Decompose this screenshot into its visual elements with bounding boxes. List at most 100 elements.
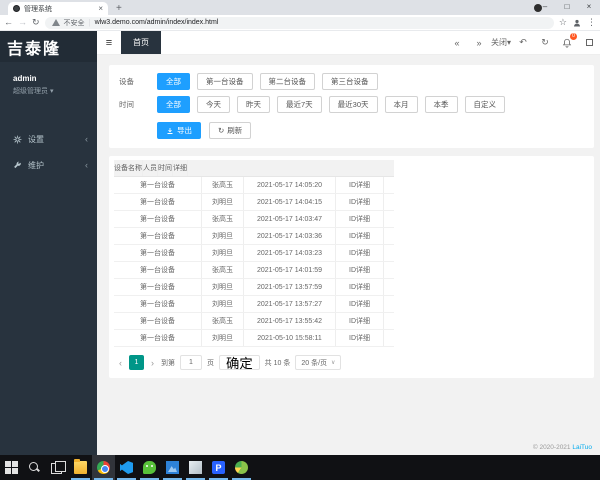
minimize-button[interactable]: – [534,0,556,14]
reload-icon[interactable]: ↻ [32,18,40,27]
cell-detail-link[interactable]: ID详细 [336,296,384,312]
table-row[interactable]: 第一台设备 张高玉 2021-05-17 14:05:20 ID详细 [114,177,394,194]
table-row[interactable]: 第一台设备 刘明旦 2021-05-17 13:57:59 ID详细 [114,279,394,296]
undo-icon[interactable]: ↶ [512,31,534,55]
time-filter-button[interactable]: 本月 [384,96,418,113]
cell-detail-link[interactable]: ID详细 [336,177,384,193]
close-tabs-dropdown[interactable]: 关闭 ▾ [490,31,512,55]
sidebar-item-label: 设置 [28,134,44,144]
pycharm-icon[interactable] [207,455,230,480]
cell-detail-link[interactable]: ID详细 [336,245,384,261]
photos-icon[interactable] [161,455,184,480]
table-row[interactable]: 第一台设备 张高玉 2021-05-17 14:01:59 ID详细 [114,262,394,279]
header-actions: « » 关闭 ▾ ↶ ↻ 0 [446,31,600,54]
next-page-icon[interactable]: › [149,358,156,368]
confirm-page-button[interactable]: 确定 [219,355,260,371]
tab-home[interactable]: 首页 [121,31,161,54]
url-separator: | [88,18,91,27]
chrome-icon[interactable] [92,455,115,480]
search-icon[interactable] [23,455,46,480]
cell-detail-link[interactable]: ID详细 [336,330,384,346]
tab-close-icon[interactable]: × [98,4,103,13]
green-app-icon[interactable] [230,455,253,480]
time-filter-button[interactable]: 昨天 [237,96,270,113]
time-filter-button[interactable]: 最近30天 [328,96,378,113]
vscode-icon[interactable] [115,455,138,480]
notification-bell-icon[interactable]: 0 [556,31,578,55]
task-view-icon[interactable] [46,455,69,480]
time-filter-button[interactable]: 今天 [197,96,230,113]
scroll-tabs-right-icon[interactable]: » [468,31,490,55]
table-row[interactable]: 第一台设备 刘明旦 2021-05-17 14:03:36 ID详细 [114,228,394,245]
cell-device-name: 第一台设备 [114,177,202,193]
hamburger-menu-icon[interactable]: ≡ [97,31,121,54]
scroll-tabs-left-icon[interactable]: « [446,31,468,55]
sidebar-item-maintenance[interactable]: 维护 ‹ [0,152,97,178]
browser-menu-icon[interactable]: ⋮ [587,17,596,28]
table-row[interactable]: 第一台设备 刘明旦 2021-05-10 15:58:11 ID详细 [114,330,394,347]
total-count-label: 共 10 条 [264,359,291,367]
time-filter-button[interactable]: 本季 [424,96,458,113]
browser-avatar-icon[interactable] [572,18,582,28]
back-icon[interactable]: ← [4,18,13,27]
time-filter-label: 时间 [119,100,134,109]
export-button[interactable]: 导出 [157,122,201,139]
user-role-dropdown[interactable]: 超级管理员 ▾ [13,86,97,96]
cell-detail-link[interactable]: ID详细 [336,313,384,329]
brand-link[interactable]: LaiTuo [572,444,592,451]
cell-detail-link[interactable]: ID详细 [336,279,384,295]
forward-icon[interactable]: → [18,18,27,27]
cell-detail-link[interactable]: ID详细 [336,211,384,227]
cell-detail-link[interactable]: ID详细 [336,262,384,278]
browser-tab-strip: 管理系统 × + – □ × [0,0,600,15]
sidebar-item-settings[interactable]: 设置 ‹ [0,126,97,152]
start-button[interactable] [0,455,23,480]
table-body: 第一台设备 张高玉 2021-05-17 14:05:20 ID详细 第一台设备… [114,177,394,347]
url-input[interactable]: 不安全 | wlw3.demo.com/admin/index/index.ht… [44,16,554,29]
device-filter-label: 设备 [119,77,134,86]
table-row[interactable]: 第一台设备 张高玉 2021-05-17 13:55:42 ID详细 [114,313,394,330]
table-row[interactable]: 第一台设备 张高玉 2021-05-17 14:03:47 ID详细 [114,211,394,228]
prev-page-icon[interactable]: ‹ [117,358,124,368]
not-secure-label[interactable]: 不安全 [64,18,85,28]
device-filter-button[interactable]: 第一台设备 [197,73,253,90]
file-explorer-icon[interactable] [69,455,92,480]
wechat-icon[interactable] [138,455,161,480]
3d-viewer-icon[interactable] [184,455,207,480]
window-close-button[interactable]: × [578,0,600,14]
url-text[interactable]: wlw3.demo.com/admin/index/index.html [95,19,219,26]
cell-detail-link[interactable]: ID详细 [336,194,384,210]
table-row[interactable]: 第一台设备 刘明旦 2021-05-17 14:03:23 ID详细 [114,245,394,262]
username: admin [13,74,37,83]
cell-device-name: 第一台设备 [114,211,202,227]
chevron-down-icon: ▾ [506,38,511,47]
maximize-button[interactable]: □ [556,0,578,14]
table-row[interactable]: 第一台设备 刘明旦 2021-05-17 13:57:27 ID详细 [114,296,394,313]
not-secure-warning-icon[interactable] [51,19,60,26]
page-refresh-icon[interactable]: ↻ [534,31,556,55]
cell-detail-link[interactable]: ID详细 [336,228,384,244]
user-panel: admin 超级管理员 ▾ [0,62,97,96]
per-page-select[interactable]: 20 条/页 ∨ [295,355,342,370]
new-tab-button[interactable]: + [116,2,122,15]
device-filter-button[interactable]: 第二台设备 [259,73,315,90]
export-icon [167,127,173,134]
table-header-cell: 设备名称 [114,160,143,176]
time-filter-button[interactable]: 全部 [157,96,190,113]
table-row[interactable]: 第一台设备 刘明旦 2021-05-17 14:04:15 ID详细 [114,194,394,211]
page-number-button[interactable]: 1 [129,355,144,370]
time-filter-button[interactable]: 最近7天 [277,96,322,113]
device-filter-button[interactable]: 全部 [157,73,190,90]
cell-time: 2021-05-17 14:05:20 [244,177,336,193]
goto-page-input[interactable] [180,355,202,370]
time-filter-button[interactable]: 自定义 [464,96,506,113]
cell-time: 2021-05-17 13:57:59 [244,279,336,295]
goto-page-label: 到第 [161,359,175,367]
browser-tab[interactable]: 管理系统 × [8,2,108,15]
cell-person: 刘明旦 [202,228,244,244]
refresh-button[interactable]: ↻ 刷新 [209,122,252,139]
fullscreen-icon[interactable] [578,31,600,55]
chevron-down-icon: ▾ [49,88,54,95]
device-filter-button[interactable]: 第三台设备 [322,73,378,90]
bookmark-star-icon[interactable]: ☆ [559,17,567,28]
